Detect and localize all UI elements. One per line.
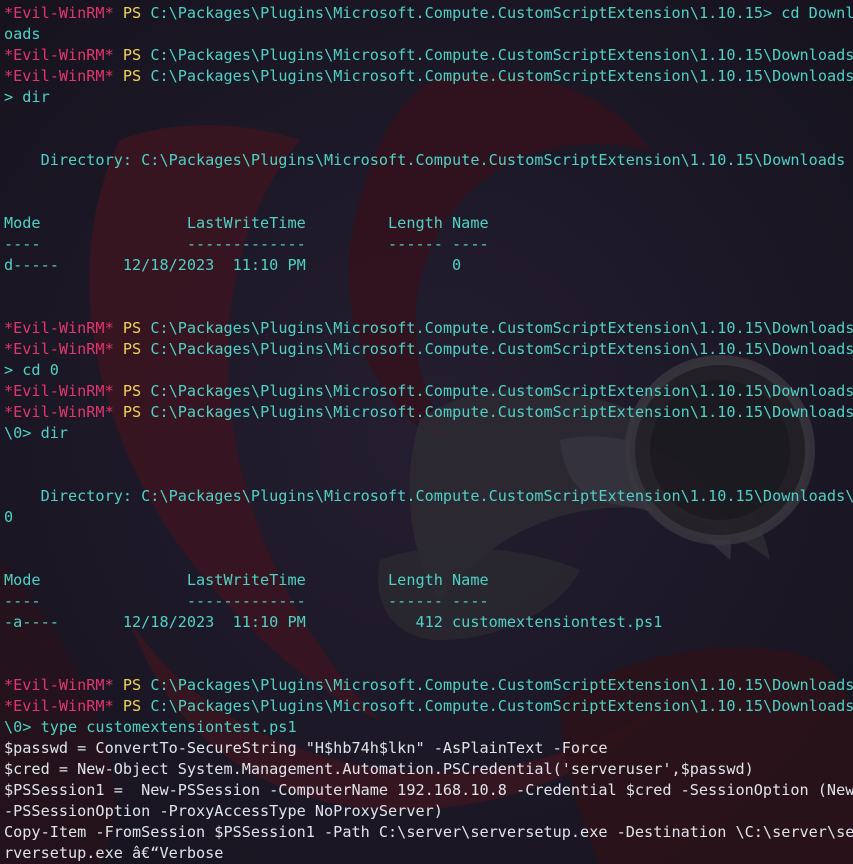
output-line: d----- 12/18/2023 11:10 PM 0 [4, 255, 853, 276]
output-line: \0> dir [4, 423, 853, 444]
prompt-evil-winrm: *Evil-WinRM* [4, 403, 114, 421]
output-text: -a---- 12/18/2023 11:10 PM 412 customext… [4, 613, 663, 631]
prompt-line: *Evil-WinRM* PS C:\Packages\Plugins\Micr… [4, 339, 853, 360]
output-line: oads [4, 24, 853, 45]
script-content-line: rversetup.exe â€“Verbose [4, 843, 853, 864]
prompt-path: C:\Packages\Plugins\Microsoft.Compute.Cu… [150, 46, 853, 64]
prompt-ps: PS [122, 46, 142, 64]
script-text: Copy-Item -FromSession $PSSession1 -Path… [4, 823, 853, 841]
output-line: ---- ------------- ------ ---- [4, 234, 853, 255]
prompt-path: C:\Packages\Plugins\Microsoft.Compute.Cu… [150, 697, 853, 715]
prompt-line: *Evil-WinRM* PS C:\Packages\Plugins\Micr… [4, 66, 853, 87]
output-text: Mode LastWriteTime Length Name [4, 214, 489, 232]
output-line: ---- ------------- ------ ---- [4, 591, 853, 612]
output-text: Mode LastWriteTime Length Name [4, 571, 489, 589]
prompt-line: *Evil-WinRM* PS C:\Packages\Plugins\Micr… [4, 402, 853, 423]
prompt-evil-winrm: *Evil-WinRM* [4, 319, 114, 337]
script-text: rversetup.exe â€“Verbose [4, 844, 224, 862]
script-content-line: $cred = New-Object System.Management.Aut… [4, 759, 853, 780]
prompt-line: *Evil-WinRM* PS C:\Packages\Plugins\Micr… [4, 45, 853, 66]
prompt-line: *Evil-WinRM* PS C:\Packages\Plugins\Micr… [4, 696, 853, 717]
prompt-ps: PS [122, 4, 142, 22]
prompt-line: *Evil-WinRM* PS C:\Packages\Plugins\Micr… [4, 381, 853, 402]
prompt-ps: PS [122, 697, 142, 715]
prompt-evil-winrm: *Evil-WinRM* [4, 4, 114, 22]
prompt-path: C:\Packages\Plugins\Microsoft.Compute.Cu… [150, 340, 853, 358]
output-text: \0> dir [4, 424, 69, 442]
output-text: 0 [4, 508, 14, 526]
script-text: $cred = New-Object System.Management.Aut… [4, 760, 754, 778]
script-content-line: -PSSessionOption -ProxyAccessType NoProx… [4, 801, 853, 822]
script-content-line: $PSSession1 = New-PSSession -ComputerNam… [4, 780, 853, 801]
prompt-ps: PS [122, 340, 142, 358]
prompt-ps: PS [122, 319, 142, 337]
output-text: > cd 0 [4, 361, 59, 379]
output-line: > dir [4, 87, 853, 108]
output-line: \0> type customextensiontest.ps1 [4, 717, 853, 738]
script-content-line: Copy-Item -FromSession $PSSession1 -Path… [4, 822, 853, 843]
output-line: -a---- 12/18/2023 11:10 PM 412 customext… [4, 612, 853, 633]
script-content-line: $passwd = ConvertTo-SecureString "H$hb74… [4, 738, 853, 759]
prompt-evil-winrm: *Evil-WinRM* [4, 46, 114, 64]
terminal-output[interactable]: *Evil-WinRM* PS C:\Packages\Plugins\Micr… [4, 3, 853, 864]
script-text: $PSSession1 = New-PSSession -ComputerNam… [4, 781, 853, 799]
output-text: d----- 12/18/2023 11:10 PM 0 [4, 256, 462, 274]
prompt-path: C:\Packages\Plugins\Microsoft.Compute.Cu… [150, 4, 853, 22]
output-text: ---- ------------- ------ ---- [4, 592, 489, 610]
prompt-evil-winrm: *Evil-WinRM* [4, 697, 114, 715]
prompt-path: C:\Packages\Plugins\Microsoft.Compute.Cu… [150, 67, 853, 85]
prompt-evil-winrm: *Evil-WinRM* [4, 382, 114, 400]
output-text: Directory: C:\Packages\Plugins\Microsoft… [4, 487, 853, 505]
prompt-path: C:\Packages\Plugins\Microsoft.Compute.Cu… [150, 382, 853, 400]
prompt-path: C:\Packages\Plugins\Microsoft.Compute.Cu… [150, 676, 853, 694]
prompt-ps: PS [122, 67, 142, 85]
output-text: ---- ------------- ------ ---- [4, 235, 489, 253]
output-line: Mode LastWriteTime Length Name [4, 570, 853, 591]
output-text: Directory: C:\Packages\Plugins\Microsoft… [4, 151, 846, 169]
prompt-evil-winrm: *Evil-WinRM* [4, 340, 114, 358]
output-text: > dir [4, 88, 50, 106]
output-line: > cd 0 [4, 360, 853, 381]
output-text: \0> type customextensiontest.ps1 [4, 718, 297, 736]
prompt-path: C:\Packages\Plugins\Microsoft.Compute.Cu… [150, 403, 853, 421]
prompt-line: *Evil-WinRM* PS C:\Packages\Plugins\Micr… [4, 3, 853, 24]
prompt-ps: PS [122, 676, 142, 694]
prompt-evil-winrm: *Evil-WinRM* [4, 676, 114, 694]
script-text: $passwd = ConvertTo-SecureString "H$hb74… [4, 739, 608, 757]
prompt-evil-winrm: *Evil-WinRM* [4, 67, 114, 85]
output-line: 0 [4, 507, 853, 528]
output-line: Directory: C:\Packages\Plugins\Microsoft… [4, 150, 853, 171]
prompt-line: *Evil-WinRM* PS C:\Packages\Plugins\Micr… [4, 318, 853, 339]
output-line: Directory: C:\Packages\Plugins\Microsoft… [4, 486, 853, 507]
output-line: Mode LastWriteTime Length Name [4, 213, 853, 234]
prompt-ps: PS [122, 403, 142, 421]
prompt-ps: PS [122, 382, 142, 400]
prompt-line: *Evil-WinRM* PS C:\Packages\Plugins\Micr… [4, 675, 853, 696]
prompt-path: C:\Packages\Plugins\Microsoft.Compute.Cu… [150, 319, 853, 337]
output-text: oads [4, 25, 41, 43]
script-text: -PSSessionOption -ProxyAccessType NoProx… [4, 802, 443, 820]
